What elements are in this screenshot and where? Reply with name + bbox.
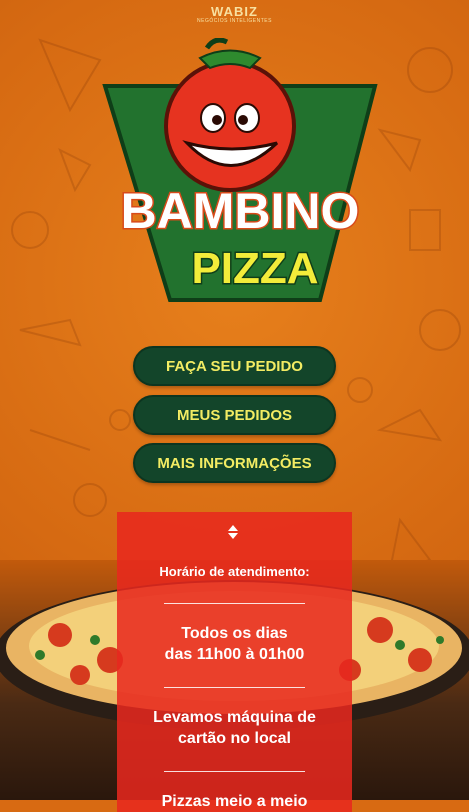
card-line-2: cartão no local <box>178 730 291 747</box>
sort-icon[interactable] <box>226 524 240 540</box>
bambino-pizza-logo: BAMBINO PIZZA <box>102 38 378 302</box>
more-info-button[interactable]: MAIS INFORMAÇÕES <box>133 443 336 483</box>
brand-name: WABIZ <box>211 4 258 19</box>
logo-bambino-text: BAMBINO <box>121 183 360 239</box>
my-orders-button[interactable]: MEUS PEDIDOS <box>133 395 336 435</box>
divider <box>164 603 305 604</box>
order-button[interactable]: FAÇA SEU PEDIDO <box>133 346 336 386</box>
hours-title: Horário de atendimento: <box>159 564 310 579</box>
logo-pizza-text: PIZZA <box>191 244 318 293</box>
extra-line-1: Pizzas meio a meio <box>161 793 308 810</box>
divider <box>164 687 305 688</box>
hours-line-1: Todos os dias <box>181 625 288 642</box>
info-panel: Horário de atendimento: Todos os dias da… <box>117 512 352 812</box>
divider <box>164 771 305 772</box>
hours-line-2: das 11h00 à 01h00 <box>164 646 305 663</box>
brand-tagline: NEGÓCIOS INTELIGENTES <box>197 18 272 24</box>
card-line-1: Levamos máquina de <box>153 709 316 726</box>
wabiz-logo: WABIZ NEGÓCIOS INTELIGENTES <box>0 4 469 24</box>
